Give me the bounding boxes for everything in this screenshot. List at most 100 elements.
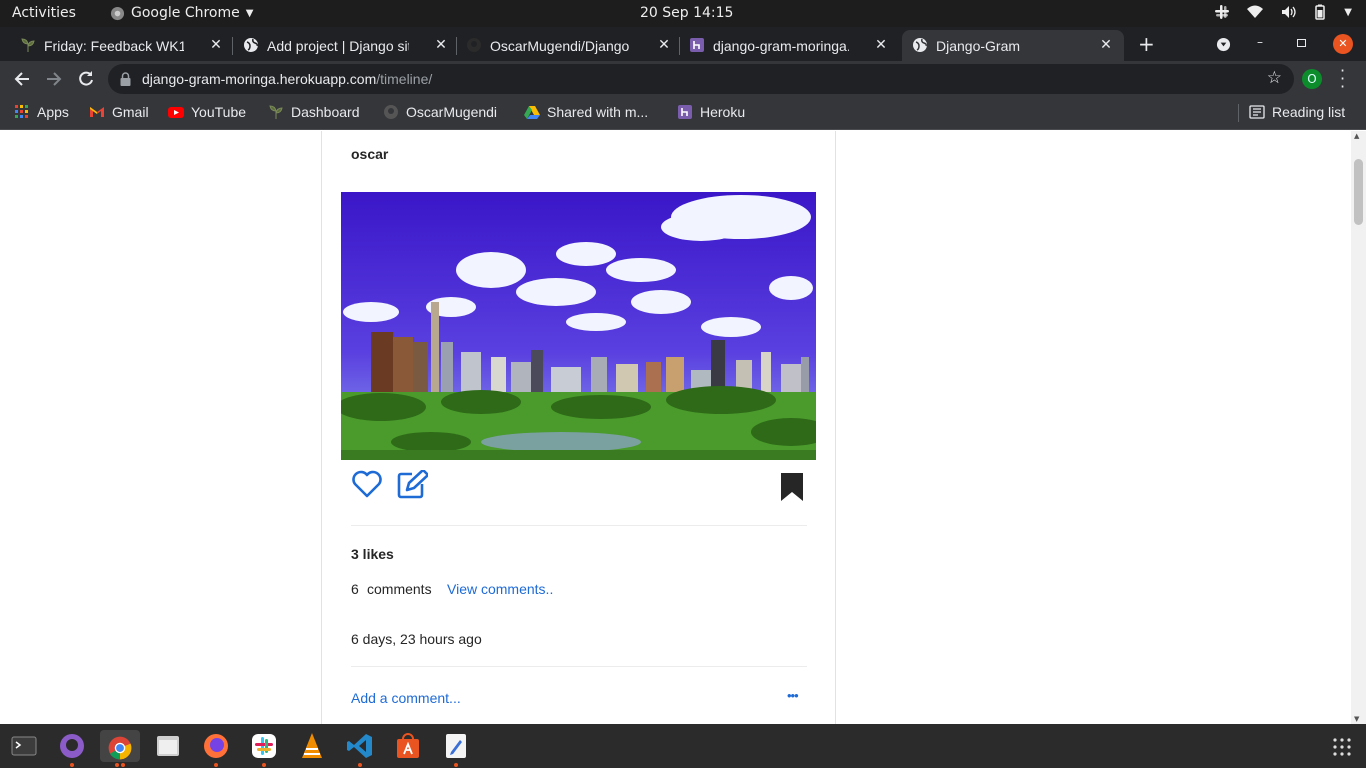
tab-divider bbox=[232, 37, 233, 55]
running-indicator bbox=[262, 763, 266, 767]
window-close-icon[interactable]: ✕ bbox=[1333, 34, 1353, 54]
tab-add-project[interactable]: Add project | Django sit ✕ bbox=[243, 30, 449, 61]
tab-title: Friday: Feedback WK14 bbox=[44, 37, 184, 54]
bookmark-heroku[interactable]: Heroku bbox=[677, 104, 745, 120]
back-arrow-icon[interactable] bbox=[12, 69, 32, 89]
slack-dock-item[interactable] bbox=[248, 730, 280, 767]
post-timestamp: 6 days, 23 hours ago bbox=[351, 631, 482, 647]
slack-tray-icon[interactable] bbox=[1214, 4, 1230, 20]
bookmark-oscarmugendi[interactable]: OscarMugendi bbox=[383, 104, 497, 120]
minimize-icon[interactable]: – bbox=[1257, 35, 1263, 49]
firefox-dock-item[interactable] bbox=[200, 730, 232, 767]
page-viewport[interactable]: oscar 3 likes 6 comments View comments..… bbox=[0, 131, 1366, 724]
running-indicator bbox=[115, 763, 119, 767]
bookmark-label: Shared with m... bbox=[547, 104, 649, 120]
running-indicator bbox=[121, 763, 125, 767]
forward-arrow-icon[interactable] bbox=[44, 69, 64, 89]
clock[interactable]: 20 Sep 14:15 bbox=[640, 5, 733, 21]
terminal-dock-item[interactable] bbox=[8, 730, 40, 762]
reading-list-icon bbox=[1249, 105, 1265, 119]
bookmark-gmail[interactable]: Gmail bbox=[89, 104, 149, 120]
more-options-icon[interactable]: ••• bbox=[787, 688, 799, 703]
wifi-icon[interactable] bbox=[1246, 4, 1264, 20]
running-indicator bbox=[358, 763, 362, 767]
globe-icon bbox=[244, 38, 258, 52]
close-icon[interactable]: ✕ bbox=[1098, 36, 1114, 53]
likes-count[interactable]: 3 likes bbox=[351, 546, 394, 562]
text-editor-dock-item[interactable] bbox=[440, 730, 472, 767]
system-tray[interactable]: ▼ bbox=[1214, 4, 1352, 20]
post-image[interactable] bbox=[341, 192, 816, 460]
tab-title: Add project | Django sit bbox=[267, 37, 409, 54]
view-comments-link[interactable]: View comments.. bbox=[447, 581, 553, 597]
volume-icon[interactable] bbox=[1280, 4, 1296, 20]
add-comment-input[interactable]: Add a comment... bbox=[351, 690, 461, 706]
tab-heroku-app[interactable]: django-gram-moringa. ✕ bbox=[689, 30, 889, 61]
youtube-icon bbox=[168, 107, 184, 118]
battery-icon[interactable] bbox=[1312, 4, 1328, 20]
vscode-dock-item[interactable] bbox=[344, 730, 376, 767]
divider-line bbox=[351, 666, 807, 667]
chrome-dock-item[interactable] bbox=[100, 730, 140, 767]
tab-search-icon[interactable] bbox=[1216, 37, 1231, 52]
scrollbar-thumb[interactable] bbox=[1354, 159, 1363, 225]
system-menu-chevron-icon[interactable]: ▼ bbox=[1344, 7, 1352, 18]
address-bar[interactable]: django-gram-moringa.herokuapp.com/timeli… bbox=[108, 64, 1294, 94]
bookmark-label: OscarMugendi bbox=[406, 104, 498, 120]
bookmark-star-icon[interactable]: ☆ bbox=[1267, 68, 1282, 88]
running-indicator bbox=[70, 763, 74, 767]
reading-list-button[interactable]: Reading list bbox=[1249, 104, 1345, 120]
bookmark-label: Apps bbox=[37, 104, 69, 120]
bookmark-dashboard[interactable]: Dashboard bbox=[268, 104, 360, 120]
files-dock-item[interactable] bbox=[152, 730, 184, 762]
github-icon bbox=[467, 38, 481, 52]
vertical-scrollbar[interactable]: ▲ ▼ bbox=[1351, 131, 1366, 724]
close-icon[interactable]: ✕ bbox=[433, 36, 449, 53]
close-icon[interactable]: ✕ bbox=[656, 36, 672, 53]
scroll-down-arrow-icon[interactable]: ▼ bbox=[1354, 715, 1359, 723]
close-icon[interactable]: ✕ bbox=[873, 36, 889, 53]
close-icon[interactable]: ✕ bbox=[208, 36, 224, 53]
system-top-bar: Activities Google Chrome ▼ 20 Sep 14:15 … bbox=[0, 0, 1366, 27]
text-editor-icon bbox=[446, 734, 466, 758]
tab-friday-feedback[interactable]: Friday: Feedback WK14 ✕ bbox=[20, 30, 224, 61]
app-menu-label: Google Chrome bbox=[131, 5, 240, 21]
lock-icon[interactable] bbox=[120, 72, 131, 86]
github-desktop-dock-item[interactable] bbox=[56, 730, 88, 767]
software-center-icon bbox=[397, 733, 419, 758]
url-text[interactable]: django-gram-moringa.herokuapp.com/timeli… bbox=[142, 71, 432, 87]
post-card: oscar 3 likes 6 comments View comments..… bbox=[321, 131, 836, 724]
bookmarks-bar: Apps Gmail YouTube Dashboard OscarMugend… bbox=[0, 97, 1366, 130]
kebab-menu-icon[interactable]: · · · bbox=[1340, 63, 1345, 95]
app-menu[interactable]: Google Chrome ▼ bbox=[110, 5, 253, 21]
bookmark-label: Heroku bbox=[700, 104, 746, 120]
tab-django-gram[interactable]: Django-Gram ✕ bbox=[902, 30, 1124, 61]
show-applications-icon[interactable] bbox=[1333, 738, 1351, 756]
bookmark-apps[interactable]: Apps bbox=[14, 104, 69, 120]
heart-icon[interactable] bbox=[352, 470, 382, 498]
vlc-dock-item[interactable] bbox=[296, 730, 328, 762]
edit-icon[interactable] bbox=[396, 470, 428, 500]
plant-icon bbox=[269, 105, 283, 119]
bookmark-label: YouTube bbox=[191, 104, 247, 120]
bookmark-youtube[interactable]: YouTube bbox=[168, 104, 246, 120]
tab-divider bbox=[679, 37, 680, 55]
post-username[interactable]: oscar bbox=[351, 146, 388, 162]
scroll-up-arrow-icon[interactable]: ▲ bbox=[1354, 132, 1359, 140]
bookmark-icon[interactable] bbox=[780, 472, 804, 502]
tab-title: Django-Gram bbox=[936, 37, 1021, 54]
firefox-icon bbox=[204, 734, 228, 758]
tab-strip: Friday: Feedback WK14 ✕ Add project | Dj… bbox=[0, 27, 1366, 61]
new-tab-plus-icon[interactable]: + bbox=[1138, 32, 1155, 56]
profile-avatar[interactable]: O bbox=[1302, 69, 1322, 89]
slack-icon bbox=[252, 734, 276, 758]
restore-icon[interactable] bbox=[1297, 39, 1306, 47]
reload-icon[interactable] bbox=[76, 69, 96, 89]
bookmark-label: Gmail bbox=[112, 104, 149, 120]
activities-button[interactable]: Activities bbox=[12, 5, 76, 21]
tab-github-repo[interactable]: OscarMugendi/Django ✕ bbox=[466, 30, 672, 61]
browser-toolbar: django-gram-moringa.herokuapp.com/timeli… bbox=[0, 61, 1366, 97]
bookmark-shared-drive[interactable]: Shared with m... bbox=[524, 104, 648, 120]
chevron-down-icon: ▼ bbox=[245, 7, 254, 19]
software-center-dock-item[interactable] bbox=[392, 730, 424, 762]
